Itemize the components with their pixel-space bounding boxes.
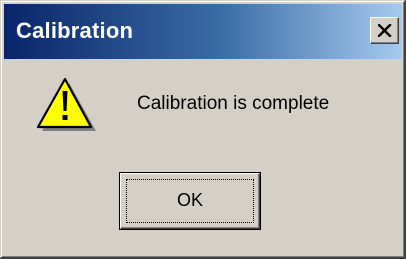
ok-button-label: OK — [176, 190, 203, 210]
message-text: Calibration is complete — [137, 93, 330, 114]
window-title: Calibration — [16, 18, 134, 43]
calibration-dialog: Calibration Calibration is complete OK — [0, 0, 406, 259]
close-icon — [378, 24, 392, 37]
title-bar[interactable]: Calibration — [4, 4, 402, 59]
ok-button[interactable]: OK — [120, 173, 260, 229]
close-button[interactable] — [370, 17, 399, 44]
warning-icon — [36, 77, 96, 131]
